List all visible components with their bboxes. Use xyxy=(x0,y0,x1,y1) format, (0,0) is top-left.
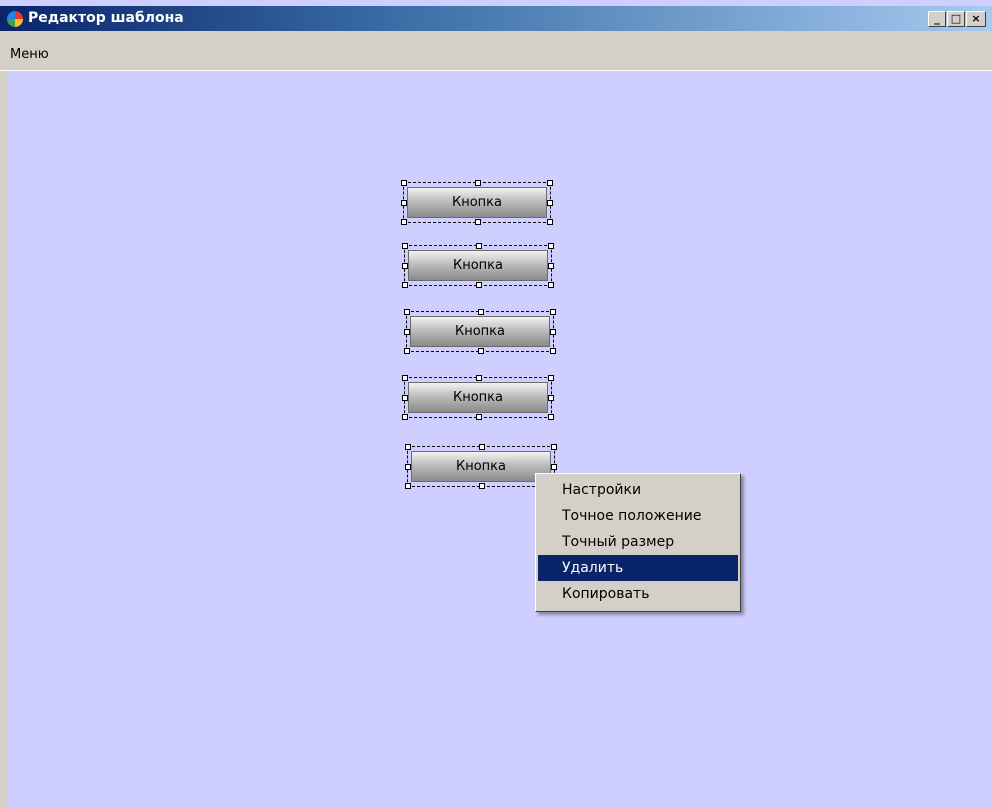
app-icon xyxy=(7,11,23,27)
resize-handle[interactable] xyxy=(550,329,556,335)
resize-handle[interactable] xyxy=(401,180,407,186)
resize-handle[interactable] xyxy=(476,375,482,381)
canvas-button[interactable]: Кнопка xyxy=(408,382,548,413)
close-button[interactable]: × xyxy=(966,11,986,27)
resize-handle[interactable] xyxy=(548,282,554,288)
menu-item-copy[interactable]: Копировать xyxy=(538,581,738,607)
template-editor-window: Редактор шаблона _ □ × Меню Кнопка Кнопк… xyxy=(0,0,992,807)
canvas-button[interactable]: Кнопка xyxy=(411,451,551,482)
resize-handle[interactable] xyxy=(476,282,482,288)
resize-handle[interactable] xyxy=(478,348,484,354)
resize-handle[interactable] xyxy=(479,483,485,489)
minimize-button[interactable]: _ xyxy=(928,11,946,27)
resize-handle[interactable] xyxy=(475,219,481,225)
context-menu: Настройки Точное положение Точный размер… xyxy=(535,473,741,612)
title-bar[interactable]: Редактор шаблона _ □ × xyxy=(0,6,992,31)
resize-handle[interactable] xyxy=(551,464,557,470)
resize-handle[interactable] xyxy=(405,444,411,450)
resize-handle[interactable] xyxy=(404,348,410,354)
canvas-button[interactable]: Кнопка xyxy=(407,187,547,218)
resize-handle[interactable] xyxy=(479,444,485,450)
menu-item-exact-position[interactable]: Точное положение xyxy=(538,503,738,529)
window-border xyxy=(0,71,7,807)
resize-handle[interactable] xyxy=(476,243,482,249)
menu-item-delete[interactable]: Удалить xyxy=(538,555,738,581)
resize-handle[interactable] xyxy=(402,414,408,420)
resize-handle[interactable] xyxy=(550,309,556,315)
resize-handle[interactable] xyxy=(547,219,553,225)
selected-button-1[interactable]: Кнопка xyxy=(401,180,553,225)
menu-item-exact-size[interactable]: Точный размер xyxy=(538,529,738,555)
resize-handle[interactable] xyxy=(405,464,411,470)
canvas-button[interactable]: Кнопка xyxy=(410,316,550,347)
selected-button-4[interactable]: Кнопка xyxy=(402,375,554,420)
maximize-button[interactable]: □ xyxy=(947,11,965,27)
resize-handle[interactable] xyxy=(548,375,554,381)
resize-handle[interactable] xyxy=(402,282,408,288)
resize-handle[interactable] xyxy=(404,309,410,315)
resize-handle[interactable] xyxy=(551,444,557,450)
window-title: Редактор шаблона xyxy=(28,10,184,26)
resize-handle[interactable] xyxy=(401,200,407,206)
selected-button-2[interactable]: Кнопка xyxy=(402,243,554,288)
canvas-button[interactable]: Кнопка xyxy=(408,250,548,281)
resize-handle[interactable] xyxy=(402,263,408,269)
resize-handle[interactable] xyxy=(402,395,408,401)
selected-button-3[interactable]: Кнопка xyxy=(404,309,556,354)
resize-handle[interactable] xyxy=(475,180,481,186)
resize-handle[interactable] xyxy=(401,219,407,225)
resize-handle[interactable] xyxy=(550,348,556,354)
menu-bar: Меню xyxy=(0,31,992,71)
resize-handle[interactable] xyxy=(548,263,554,269)
resize-handle[interactable] xyxy=(476,414,482,420)
resize-handle[interactable] xyxy=(478,309,484,315)
resize-handle[interactable] xyxy=(548,414,554,420)
resize-handle[interactable] xyxy=(402,375,408,381)
menu-item-menu[interactable]: Меню xyxy=(10,47,49,62)
resize-handle[interactable] xyxy=(547,180,553,186)
resize-handle[interactable] xyxy=(547,200,553,206)
selected-button-5[interactable]: Кнопка xyxy=(405,444,557,489)
resize-handle[interactable] xyxy=(548,395,554,401)
resize-handle[interactable] xyxy=(548,243,554,249)
resize-handle[interactable] xyxy=(404,329,410,335)
menu-item-settings[interactable]: Настройки xyxy=(538,477,738,503)
resize-handle[interactable] xyxy=(402,243,408,249)
resize-handle[interactable] xyxy=(405,483,411,489)
